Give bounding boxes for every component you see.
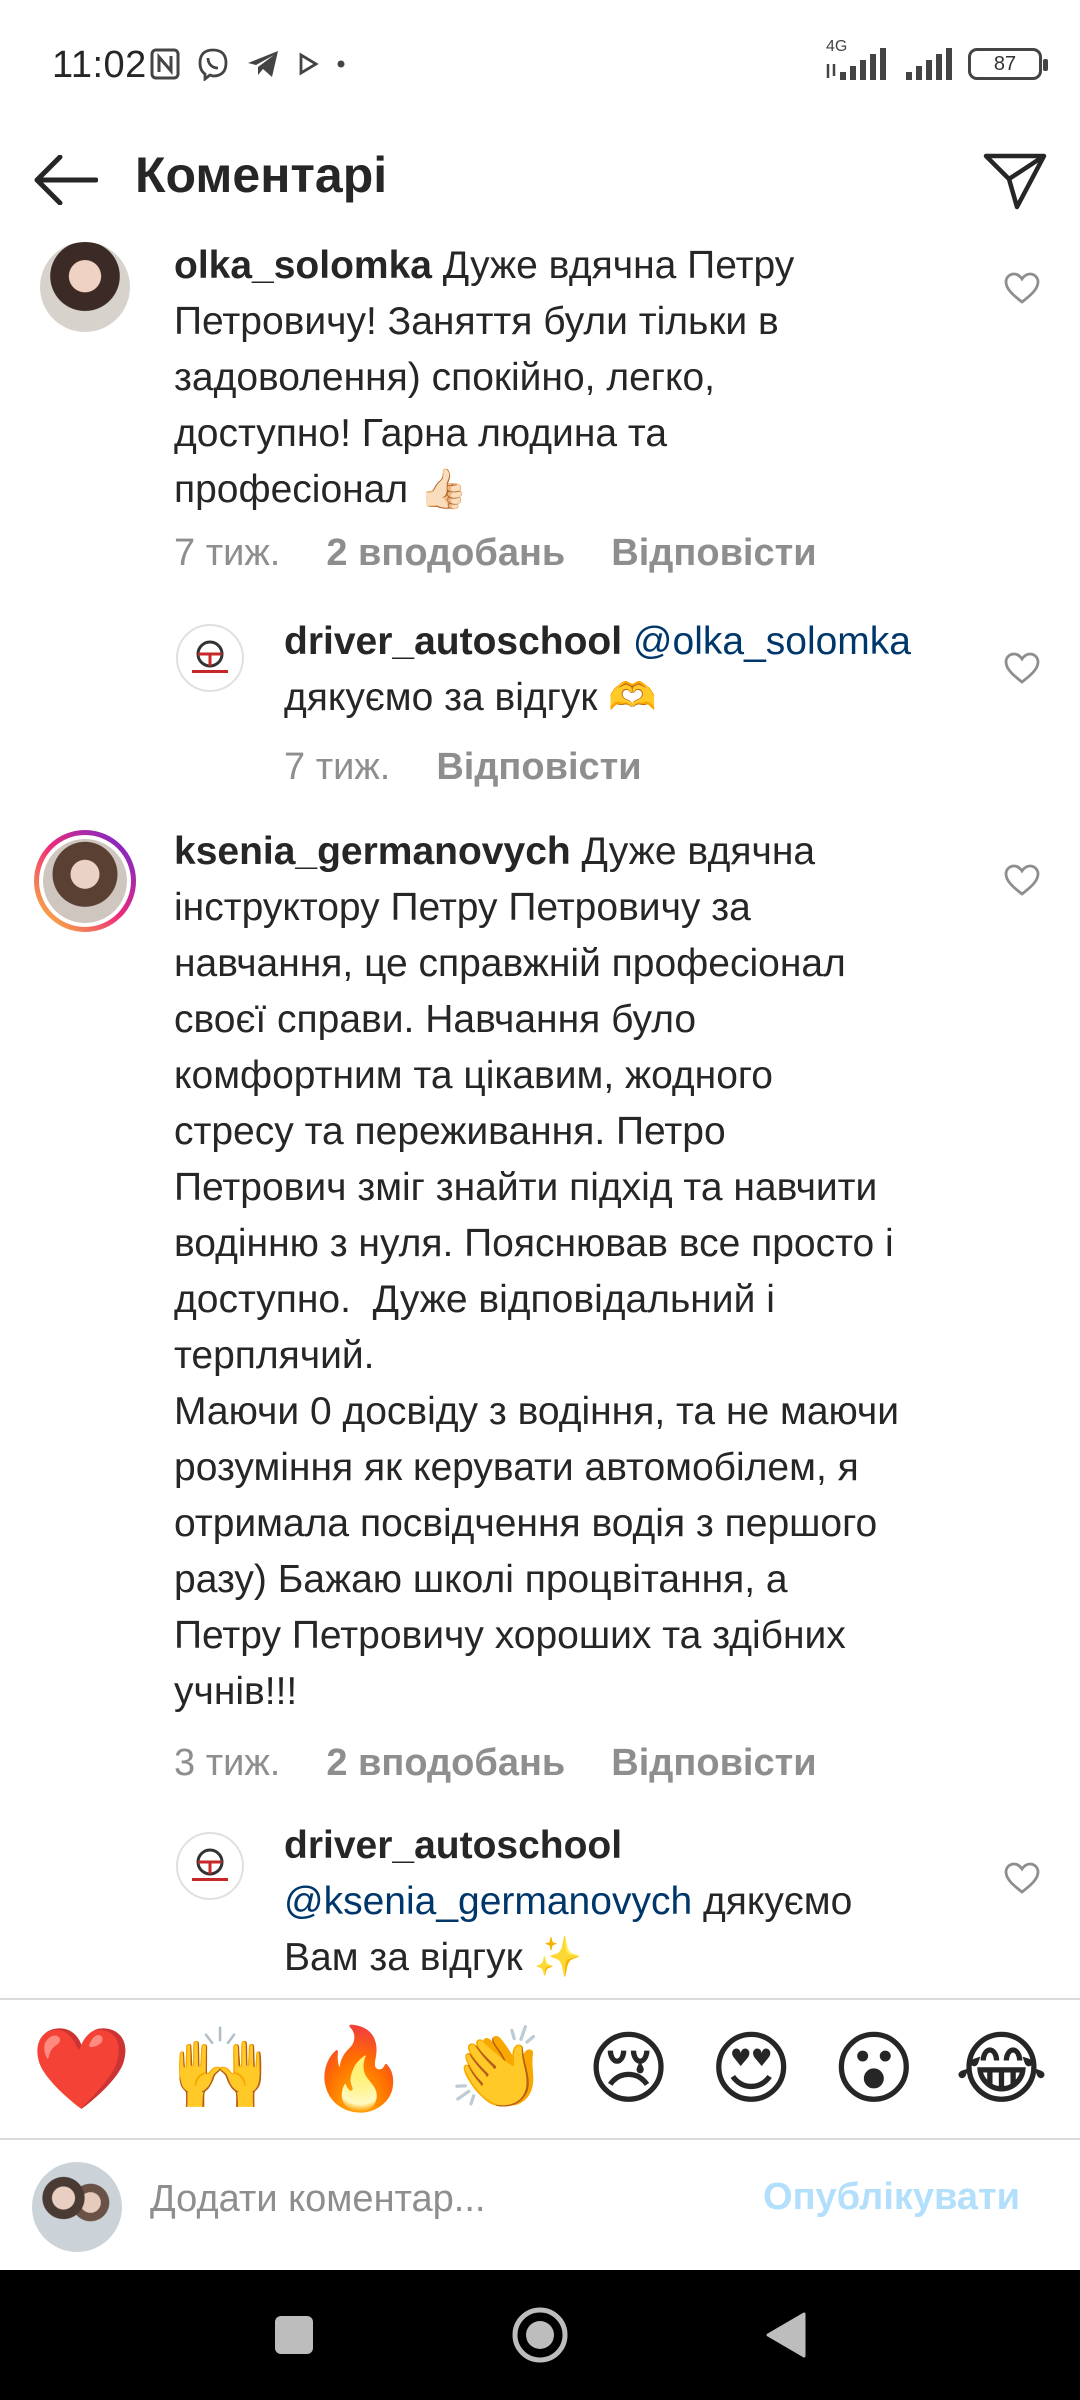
comment-item: olka_solomka Дуже вдячна Петру Петровичу… bbox=[0, 230, 1080, 580]
comment-reply-item: driver_autoschool @ksenia_germanovych дяк… bbox=[0, 1818, 1080, 1998]
comment-meta: 7 тиж. Відповісти bbox=[284, 746, 642, 789]
comment-text: olka_solomka Дуже вдячна Петру Петровичу… bbox=[174, 238, 974, 518]
reply-button[interactable]: Відповісти bbox=[436, 746, 641, 789]
back-button[interactable] bbox=[30, 150, 100, 210]
avatar[interactable] bbox=[34, 830, 136, 932]
status-notification-icons bbox=[150, 44, 346, 84]
heart-icon[interactable] bbox=[1000, 266, 1044, 310]
circle-home-icon bbox=[512, 2307, 568, 2363]
comment-username[interactable]: ksenia_germanovych bbox=[174, 830, 571, 873]
emoji-laughing-button[interactable]: 😂 bbox=[955, 2029, 1048, 2109]
user-avatar bbox=[32, 2162, 122, 2252]
comment-username[interactable]: driver_autoschool bbox=[284, 1824, 622, 1867]
play-icon bbox=[296, 52, 320, 76]
emoji-heart-button[interactable]: ❤️ bbox=[32, 2029, 132, 2109]
heart-icon[interactable] bbox=[1000, 646, 1044, 690]
system-back-button[interactable] bbox=[756, 2305, 816, 2365]
signal-icon: 4G bbox=[826, 38, 890, 82]
dot-icon bbox=[336, 59, 346, 69]
mention-link[interactable]: @olka_solomka bbox=[622, 620, 911, 663]
header: Коментарі bbox=[0, 130, 1080, 230]
comment-item: ksenia_germanovych Дуже вдячна інструкто… bbox=[0, 820, 1080, 1800]
network-type-label: 4G bbox=[826, 38, 848, 55]
comment-text: ksenia_germanovych Дуже вдячна інструкто… bbox=[174, 824, 994, 1720]
steering-wheel-logo-icon bbox=[192, 1848, 228, 1881]
triangle-back-icon bbox=[766, 2312, 806, 2358]
steering-wheel-logo-icon bbox=[192, 640, 228, 673]
mention-link[interactable]: @ksenia_germanovych bbox=[284, 1880, 692, 1923]
status-bar: 11:02 4G 87 bbox=[0, 0, 1080, 130]
comment-text: driver_autoschool @olka_solomka дякуємо … bbox=[284, 614, 984, 726]
avatar[interactable] bbox=[176, 1832, 244, 1900]
comment-meta: 3 тиж. 2 вподобань Відповісти bbox=[174, 1742, 817, 1785]
system-nav-bar bbox=[0, 2270, 1080, 2400]
emoji-crying-button[interactable]: 😢 bbox=[587, 2029, 670, 2109]
emoji-fire-button[interactable]: 🔥 bbox=[309, 2029, 409, 2109]
avatar[interactable] bbox=[40, 242, 130, 332]
emoji-quick-bar: ❤️ 🙌 🔥 👏 😢 😍 😮 😂 bbox=[0, 1998, 1080, 2138]
heart-icon[interactable] bbox=[1000, 858, 1044, 902]
status-system-icons: 4G 87 bbox=[826, 38, 1048, 84]
comment-likes[interactable]: 2 вподобань bbox=[326, 532, 565, 575]
share-button[interactable] bbox=[980, 146, 1050, 216]
emoji-heart-eyes-button[interactable]: 😍 bbox=[710, 2029, 793, 2109]
publish-button[interactable]: Опублікувати bbox=[763, 2176, 1020, 2219]
comment-time: 7 тиж. bbox=[284, 746, 391, 788]
emoji-clap-button[interactable]: 👏 bbox=[448, 2029, 548, 2109]
telegram-icon bbox=[246, 49, 280, 79]
comment-time: 7 тиж. bbox=[174, 532, 281, 574]
emoji-surprised-button[interactable]: 😮 bbox=[832, 2029, 915, 2109]
comment-meta: 7 тиж. 2 вподобань Відповісти bbox=[174, 532, 817, 575]
comment-input[interactable]: Додати коментар... bbox=[150, 2178, 485, 2221]
comment-likes[interactable]: 2 вподобань bbox=[326, 1742, 565, 1785]
comment-username[interactable]: driver_autoschool bbox=[284, 620, 622, 663]
square-icon bbox=[275, 2316, 313, 2354]
page-title: Коментарі bbox=[135, 147, 388, 203]
comment-content: дякуємо за відгук 🫶 bbox=[284, 676, 657, 719]
comment-time: 3 тиж. bbox=[174, 1742, 281, 1784]
status-time: 11:02 bbox=[52, 44, 147, 86]
reply-button[interactable]: Відповісти bbox=[611, 1742, 816, 1785]
comment-username[interactable]: olka_solomka bbox=[174, 244, 432, 287]
comment-content: Дуже вдячна інструктору Петру Петровичу … bbox=[174, 830, 900, 1713]
home-button[interactable] bbox=[510, 2305, 570, 2365]
battery-level: 87 bbox=[993, 52, 1017, 75]
signal-icon-2 bbox=[904, 46, 954, 82]
emoji-raised-hands-button[interactable]: 🙌 bbox=[170, 2029, 270, 2109]
arrow-left-icon bbox=[34, 155, 98, 205]
viber-icon bbox=[196, 47, 230, 81]
avatar-image bbox=[39, 835, 131, 927]
heart-icon[interactable] bbox=[1000, 1856, 1044, 1900]
comment-reply-item: driver_autoschool @olka_solomka дякуємо … bbox=[0, 610, 1080, 810]
recents-button[interactable] bbox=[264, 2305, 324, 2365]
reply-button[interactable]: Відповісти bbox=[611, 532, 816, 575]
nfc-icon bbox=[150, 48, 180, 80]
comment-composer: Додати коментар... Опублікувати bbox=[0, 2138, 1080, 2270]
battery-icon: 87 bbox=[968, 48, 1048, 80]
comment-text: driver_autoschool @ksenia_germanovych дяк… bbox=[284, 1818, 984, 1986]
paper-plane-icon bbox=[983, 153, 1047, 210]
avatar[interactable] bbox=[176, 624, 244, 692]
